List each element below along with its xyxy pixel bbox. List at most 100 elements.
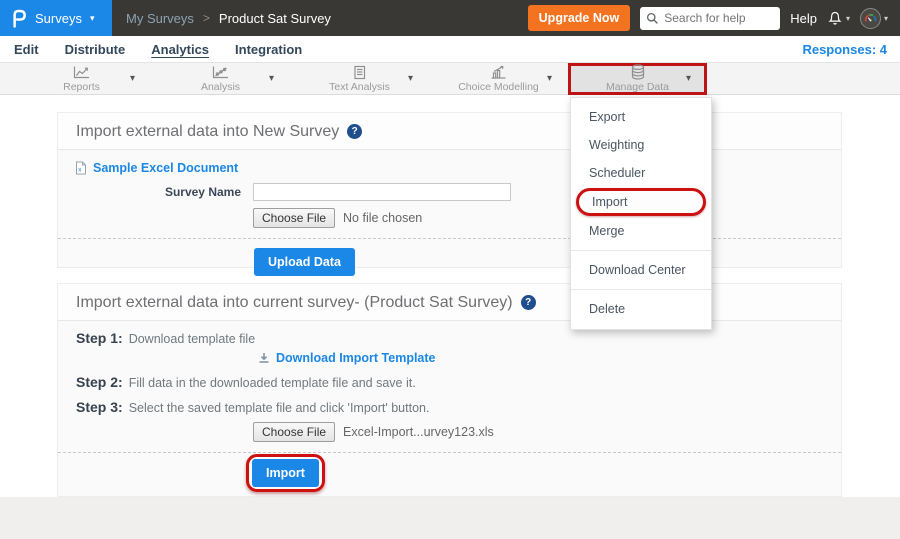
page-footer-area <box>0 497 900 539</box>
help-icon[interactable]: ? <box>347 124 362 139</box>
survey-section-nav-items: Edit Distribute Analytics Integration <box>0 42 802 57</box>
sample-document-row: x Sample Excel Document <box>58 161 841 175</box>
upload-data-row: Upload Data <box>58 248 841 276</box>
download-icon <box>258 352 270 364</box>
menu-item-merge[interactable]: Merge <box>571 217 711 245</box>
step-1-row: Step 1: Download template file <box>58 330 841 346</box>
toolbar-item-analysis[interactable]: Analysis ▾ <box>151 63 290 95</box>
topbar-right-cluster: Upgrade Now Help ▾ <box>528 5 900 31</box>
menu-item-scheduler[interactable]: Scheduler <box>571 159 711 187</box>
search-icon <box>646 12 659 25</box>
download-import-template-link[interactable]: Download Import Template <box>276 351 436 365</box>
import-current-survey-header: Import external data into current survey… <box>58 284 841 321</box>
menu-item-export[interactable]: Export <box>571 103 711 131</box>
step-3-text: Select the saved template file and click… <box>129 401 430 415</box>
choose-file-button[interactable]: Choose File <box>253 208 335 228</box>
sample-excel-document-link[interactable]: Sample Excel Document <box>93 161 238 175</box>
survey-name-row: Survey Name <box>58 183 841 201</box>
chevron-down-icon[interactable]: ▾ <box>130 73 135 84</box>
menu-divider <box>571 250 711 251</box>
toolbar-item-label: Choice Modelling <box>458 81 539 93</box>
step-1-text: Download template file <box>129 332 255 346</box>
menu-divider <box>571 289 711 290</box>
import-button-row: Import <box>58 454 841 492</box>
section-title: Import external data into New Survey <box>76 113 339 150</box>
gauge-icon <box>863 11 878 26</box>
step-3-row: Step 3: Select the saved template file a… <box>58 399 841 415</box>
breadcrumb-current-survey: Product Sat Survey <box>219 11 331 26</box>
product-menu-label: Surveys <box>35 11 82 26</box>
menu-item-download-center[interactable]: Download Center <box>571 256 711 284</box>
survey-section-nav: Edit Distribute Analytics Integration Re… <box>0 36 900 63</box>
document-icon <box>350 65 369 80</box>
survey-name-input[interactable] <box>253 183 511 201</box>
breadcrumb: My Surveys > Product Sat Survey <box>126 11 528 26</box>
new-survey-file-row: Choose File No file chosen <box>58 208 841 228</box>
search-input[interactable] <box>664 11 774 25</box>
excel-file-icon: x <box>75 161 87 175</box>
chevron-down-icon[interactable]: ▾ <box>686 73 691 84</box>
upload-data-button[interactable]: Upload Data <box>254 248 355 276</box>
help-link[interactable]: Help <box>790 11 817 26</box>
file-chosen-status: No file chosen <box>343 211 422 225</box>
chosen-file-name: Excel-Import...urvey123.xls <box>343 425 494 439</box>
bell-icon <box>827 10 843 27</box>
nav-item-distribute[interactable]: Distribute <box>65 42 126 57</box>
toolbar-item-text-analysis[interactable]: Text Analysis ▾ <box>290 63 429 95</box>
nav-item-analytics[interactable]: Analytics <box>151 42 209 57</box>
menu-item-delete[interactable]: Delete <box>571 295 711 323</box>
toolbar-item-label: Manage Data <box>606 81 669 93</box>
current-survey-file-row: Choose File Excel-Import...urvey123.xls <box>58 422 841 442</box>
avatar <box>860 8 881 29</box>
toolbar-item-choice-modelling[interactable]: Choice Modelling ▾ <box>429 63 568 95</box>
choose-file-button[interactable]: Choose File <box>253 422 335 442</box>
dashed-divider <box>58 238 841 239</box>
database-icon <box>629 65 647 80</box>
analytics-toolbar: Reports ▾ Analysis ▾ Text Analysis ▾ <box>0 63 900 95</box>
toolbar-item-label: Reports <box>63 81 100 93</box>
download-template-row: Download Import Template <box>58 351 841 365</box>
toolbar-item-label: Analysis <box>201 81 240 93</box>
dashed-divider <box>58 452 841 453</box>
chevron-down-icon: ▾ <box>90 13 95 24</box>
manage-data-dropdown: Export Weighting Scheduler Import Merge … <box>570 97 712 330</box>
chevron-down-icon[interactable]: ▾ <box>269 73 274 84</box>
breadcrumb-my-surveys[interactable]: My Surveys <box>126 11 194 26</box>
help-search-box[interactable] <box>640 7 780 30</box>
chevron-down-icon: ▾ <box>846 14 850 23</box>
chevron-down-icon[interactable]: ▾ <box>547 73 552 84</box>
step-2-text: Fill data in the downloaded template fil… <box>129 376 416 390</box>
nav-item-edit[interactable]: Edit <box>14 42 39 57</box>
upgrade-now-button[interactable]: Upgrade Now <box>528 5 631 31</box>
survey-name-label: Survey Name <box>58 185 241 199</box>
step-2-label: Step 2: <box>76 374 123 390</box>
import-annotation-ring: Import <box>246 454 325 492</box>
import-new-survey-card: Import external data into New Survey ? x… <box>57 112 842 268</box>
import-new-survey-header: Import external data into New Survey ? <box>58 113 841 150</box>
line-chart-icon <box>72 65 91 80</box>
questionpro-logo-icon <box>10 7 27 29</box>
import-current-survey-card: Import external data into current survey… <box>57 283 842 497</box>
step-3-label: Step 3: <box>76 399 123 415</box>
toolbar-item-label: Text Analysis <box>329 81 390 93</box>
breadcrumb-separator: > <box>203 11 210 25</box>
responses-count[interactable]: Responses: 4 <box>802 42 900 57</box>
nav-item-integration[interactable]: Integration <box>235 42 302 57</box>
chevron-down-icon: ▾ <box>884 14 888 23</box>
scatter-chart-icon <box>211 65 230 80</box>
step-2-row: Step 2: Fill data in the downloaded temp… <box>58 374 841 390</box>
top-bar: Surveys ▾ My Surveys > Product Sat Surve… <box>0 0 900 36</box>
toolbar-item-reports[interactable]: Reports ▾ <box>12 63 151 95</box>
import-button[interactable]: Import <box>252 459 319 487</box>
toolbar-item-manage-data[interactable]: Manage Data ▾ <box>568 63 707 95</box>
product-switcher[interactable]: Surveys ▾ <box>0 0 112 36</box>
account-menu[interactable]: ▾ <box>860 8 888 29</box>
section-title: Import external data into current survey… <box>76 284 513 321</box>
notifications-menu[interactable]: ▾ <box>827 10 850 27</box>
help-icon[interactable]: ? <box>521 295 536 310</box>
bar-growth-icon <box>489 65 508 80</box>
chevron-down-icon[interactable]: ▾ <box>408 73 413 84</box>
menu-item-weighting[interactable]: Weighting <box>571 131 711 159</box>
analytics-toolbar-row: Reports ▾ Analysis ▾ Text Analysis ▾ <box>12 63 707 95</box>
menu-item-import[interactable]: Import <box>576 188 706 216</box>
